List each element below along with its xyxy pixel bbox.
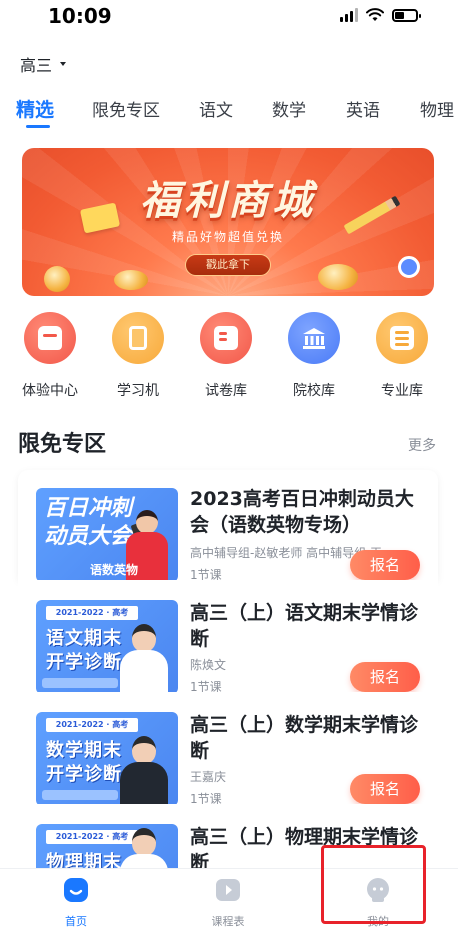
nav-label: 课程表 — [211, 915, 245, 928]
coin-decoration — [44, 266, 70, 292]
coin-decoration — [318, 264, 358, 290]
schedule-icon — [216, 879, 240, 901]
course-card[interactable]: 2021-2022 · 高考 语文期末 开学诊断 高三（上）语文期末学情诊断 陈… — [18, 580, 438, 694]
banner-title: 福利商城 — [140, 178, 316, 224]
battery-icon — [392, 8, 421, 22]
quick-link-major-library[interactable]: 专业库 — [366, 312, 438, 400]
thumbnail-text: 数学期末 — [46, 740, 122, 761]
rocket-decoration — [398, 256, 420, 278]
quick-link-label: 学习机 — [117, 383, 159, 399]
course-title: 高三（上）数学期末学情诊断 — [190, 714, 419, 762]
status-icons — [340, 8, 421, 22]
quick-link-experience-center[interactable]: 体验中心 — [14, 312, 86, 400]
course-card[interactable]: 2021-2022 · 高考 数学期末 开学诊断 高三（上）数学期末学情诊断 王… — [18, 692, 438, 806]
grade-selector-value: 高三 — [20, 56, 53, 75]
tab-math[interactable]: 数学 — [272, 96, 306, 121]
quick-link-label: 体验中心 — [22, 383, 78, 399]
quick-link-learning-device[interactable]: 学习机 — [102, 312, 174, 400]
teacher-photo — [120, 828, 168, 868]
course-card[interactable]: 百日冲刺 动员大会 语数英物 2023高考百日冲刺动员大会（语数英物专场） 高中… — [18, 470, 438, 582]
store-icon — [24, 312, 76, 364]
quick-link-label: 专业库 — [381, 383, 423, 399]
thumbnail-text: 百日冲刺 — [44, 496, 133, 521]
course-title: 高三（上）语文期末学情诊断 — [190, 602, 419, 650]
wifi-icon — [366, 8, 384, 21]
exam-paper-icon — [200, 312, 252, 364]
highlight-annotation-box — [321, 845, 426, 924]
quick-link-label: 试卷库 — [205, 383, 247, 399]
enroll-button[interactable]: 报名 — [350, 550, 420, 580]
tab-chinese[interactable]: 语文 — [199, 96, 233, 121]
status-time: 10:09 — [48, 4, 112, 28]
nav-schedule[interactable]: 课程表 — [188, 877, 268, 928]
status-bar: 10:09 — [0, 0, 458, 36]
university-icon — [288, 312, 340, 364]
cellular-signal-icon — [340, 8, 358, 22]
nav-home[interactable]: 首页 — [36, 877, 116, 928]
tab-free-zone[interactable]: 限免专区 — [92, 96, 160, 121]
tab-physics[interactable]: 物理 — [420, 96, 454, 121]
caret-down-icon — [60, 62, 67, 66]
tab-featured[interactable]: 精选 — [16, 96, 54, 122]
grade-selector[interactable]: 高三 — [20, 52, 67, 76]
enroll-button[interactable]: 报名 — [350, 662, 420, 692]
course-thumbnail: 百日冲刺 动员大会 语数英物 — [36, 488, 178, 582]
course-thumbnail: 2021-2022 · 高考 数学期末 开学诊断 — [36, 712, 178, 806]
banner-cta-button[interactable]: 戳此拿下 — [185, 254, 271, 276]
thumbnail-text: 开学诊断 — [46, 652, 122, 673]
thumbnail-text: 物理期末 — [46, 852, 122, 868]
list-icon — [376, 312, 428, 364]
enroll-button[interactable]: 报名 — [350, 774, 420, 804]
subject-tabs: 精选 限免专区 语文 数学 英语 物理 — [0, 96, 458, 136]
book-decoration — [42, 790, 118, 800]
thumbnail-text: 语文期末 — [46, 628, 122, 649]
free-zone-section-title: 限免专区 — [18, 432, 107, 457]
thumbnail-text: 开学诊断 — [46, 764, 122, 785]
thumbnail-subjects: 语数英物 — [90, 563, 139, 577]
course-thumbnail: 2021-2022 · 高考 语文期末 开学诊断 — [36, 600, 178, 694]
thumbnail-tag: 2021-2022 · 高考 — [46, 718, 138, 732]
course-title: 2023高考百日冲刺动员大会（语数英物专场） — [190, 488, 414, 536]
home-icon — [64, 878, 88, 902]
welfare-mall-banner[interactable]: 福利商城 精品好物超值兑换 戳此拿下 — [22, 148, 434, 296]
tablet-icon — [112, 312, 164, 364]
active-tab-indicator — [26, 125, 50, 128]
tab-english[interactable]: 英语 — [346, 96, 380, 121]
coin-decoration — [114, 270, 148, 290]
teacher-photo — [120, 736, 168, 806]
quick-link-university-library[interactable]: 院校库 — [278, 312, 350, 400]
course-thumbnail: 2021-2022 · 高考 物理期末 — [36, 824, 178, 868]
nav-label: 首页 — [65, 915, 87, 928]
quick-link-exam-paper-library[interactable]: 试卷库 — [190, 312, 262, 400]
more-link[interactable]: 更多 — [408, 435, 436, 455]
thumbnail-tag: 2021-2022 · 高考 — [46, 606, 138, 620]
book-decoration — [42, 678, 118, 688]
thumbnail-text: 动员大会 — [44, 524, 133, 549]
banner-subtitle: 精品好物超值兑换 — [171, 230, 284, 244]
teacher-photo — [120, 624, 168, 694]
quick-link-label: 院校库 — [293, 383, 335, 399]
